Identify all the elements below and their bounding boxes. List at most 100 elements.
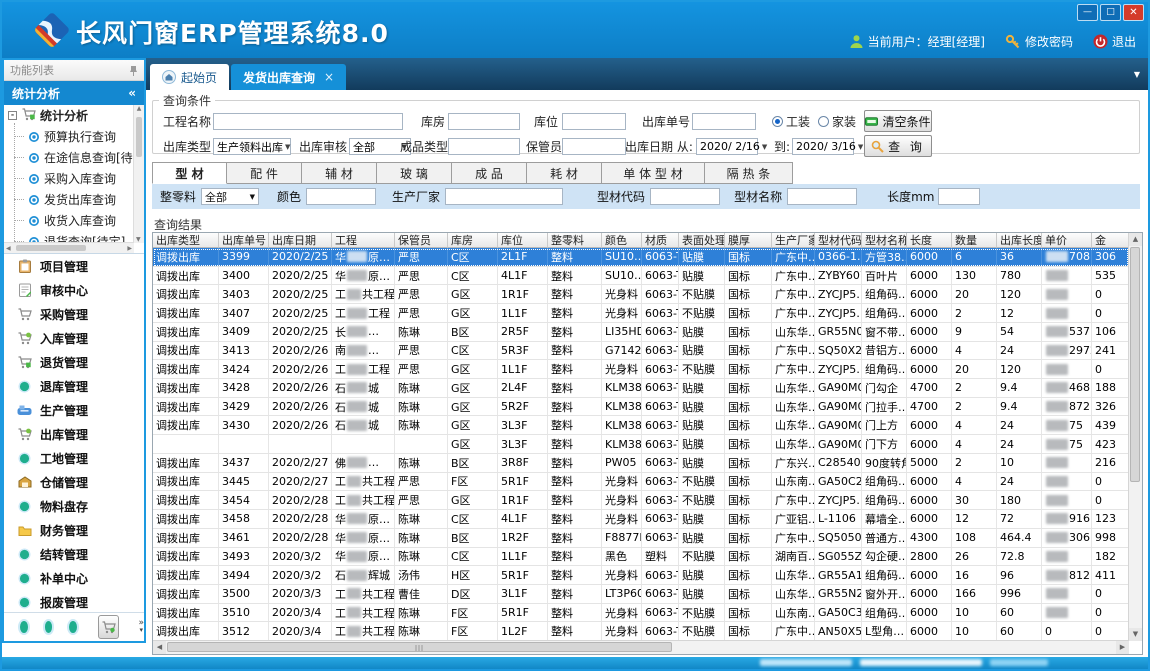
column-header-整零料[interactable]: 整零料 [548, 233, 602, 248]
table-row[interactable]: 调拨出库34942020/3/2石辉城汤伟H区5R1F整料光身料6063-T5贴… [153, 566, 1129, 585]
sidebar-module-报废管理[interactable]: 报废管理 [4, 590, 144, 612]
table-row[interactable]: 调拨出库34072020/2/25工工程严思G区1L1F整料光身料6063-T5… [153, 304, 1129, 323]
sidebar-module-审核中心[interactable]: 审核中心 [4, 278, 144, 302]
sidebar-module-物料盘存[interactable]: 物料盘存 [4, 494, 144, 518]
column-header-出库日期[interactable]: 出库日期 [269, 233, 332, 248]
tree-expander-icon[interactable]: - [8, 111, 17, 120]
material-tab-成品[interactable]: 成 品 [452, 162, 527, 184]
color-input[interactable] [306, 188, 376, 205]
dot-icon[interactable] [20, 621, 28, 633]
section-header-stats[interactable]: 统计分析 « [4, 81, 144, 105]
material-tab-耗材[interactable]: 耗 材 [527, 162, 602, 184]
dot-icon[interactable] [69, 621, 77, 633]
cart-quick-button[interactable] [98, 615, 119, 639]
tree-vertical-scrollbar[interactable]: ▲▼ [133, 105, 144, 243]
column-header-表面处理[interactable]: 表面处理 [679, 233, 725, 248]
date-from-select[interactable]: 2020/ 2/16▼ [696, 138, 758, 155]
table-row[interactable]: 调拨出库35102020/3/4工共工程陈琳F区5R1F整料光身料6063-T5… [153, 604, 1129, 623]
warehouse-input[interactable] [448, 113, 520, 130]
column-header-出库单号[interactable]: 出库单号 [219, 233, 269, 248]
table-row[interactable]: 调拨出库34242020/2/26工工程严思G区1L1F整料光身料6063-T5… [153, 360, 1129, 379]
sidebar-module-退库管理[interactable]: 退库管理 [4, 374, 144, 398]
table-row[interactable]: 调拨出库34932020/3/2华原…陈琳C区1L1F整料黑色塑料不贴膜国标湖南… [153, 548, 1129, 567]
sidebar-module-退货管理[interactable]: 退货管理 [4, 350, 144, 374]
material-tab-型材[interactable]: 型 材 [152, 162, 227, 184]
tree-item-预算执行查询[interactable]: 预算执行查询 [4, 126, 134, 147]
material-tab-隔热条[interactable]: 隔 热 条 [705, 162, 793, 184]
tree-item-采购入库查询[interactable]: 采购入库查询 [4, 168, 134, 189]
tab-shipment-query[interactable]: 发货出库查询 × [231, 64, 346, 90]
tab-close-icon[interactable]: × [324, 70, 334, 84]
column-header-型材代码[interactable]: 型材代码 [815, 233, 862, 248]
sidebar-module-补单中心[interactable]: 补单中心 [4, 566, 144, 590]
column-header-出库长度[interactable]: 出库长度 [997, 233, 1042, 248]
project-name-input[interactable] [213, 113, 403, 130]
radio-gongzhuang[interactable] [772, 116, 783, 127]
tree-horizontal-scrollbar[interactable]: ◀▶ [4, 242, 134, 253]
sidebar-module-采购管理[interactable]: 采购管理 [4, 302, 144, 326]
table-row[interactable]: G区3L3F整料KLM38176063-T5贴膜国标山东华…GA90M09.门下… [153, 435, 1129, 454]
out-type-select[interactable]: 生产领料出库▼ [213, 138, 291, 155]
date-to-select[interactable]: 2020/ 3/16▼ [792, 138, 854, 155]
tab-home[interactable]: 起始页 [150, 64, 229, 90]
grid-vertical-scrollbar[interactable]: ▲ ▼ [1128, 233, 1142, 641]
table-row[interactable]: 调拨出库34282020/2/26石城陈琳G区2L4F整料KLM38176063… [153, 379, 1129, 398]
material-tab-辅材[interactable]: 辅 材 [302, 162, 377, 184]
table-row[interactable]: 调拨出库34612020/2/28华原…陈琳B区1R2F整料F8877FT606… [153, 529, 1129, 548]
close-button[interactable]: ✕ [1123, 4, 1144, 21]
manufacturer-input[interactable] [445, 188, 563, 205]
table-row[interactable]: 调拨出库34032020/2/25工共工程严思G区1R1F整料光身料6063-T… [153, 285, 1129, 304]
table-row[interactable]: 调拨出库34372020/2/27佛…陈琳B区3R8F整料PW056063-T5… [153, 454, 1129, 473]
whole-part-select[interactable]: 全部▼ [201, 188, 259, 205]
table-row[interactable]: 调拨出库34092020/2/25长…陈琳B区2R5F整料LI35HD6063-… [153, 323, 1129, 342]
material-tab-配件[interactable]: 配 件 [227, 162, 302, 184]
column-header-工程[interactable]: 工程 [332, 233, 395, 248]
tree-root-stats[interactable]: -统计分析 [4, 105, 134, 126]
scroll-thumb[interactable] [167, 642, 672, 652]
sidebar-module-出库管理[interactable]: 出库管理 [4, 422, 144, 446]
table-row[interactable]: 调拨出库33992020/2/25华原…严思C区2L1F整料SU10…6063-… [153, 248, 1129, 267]
material-tab-玻璃[interactable]: 玻 璃 [377, 162, 452, 184]
column-header-保管员[interactable]: 保管员 [395, 233, 448, 248]
sidebar-module-财务管理[interactable]: 财务管理 [4, 518, 144, 542]
sidebar-module-仓储管理[interactable]: 仓储管理 [4, 470, 144, 494]
sidebar-module-结转管理[interactable]: 结转管理 [4, 542, 144, 566]
table-row[interactable]: 调拨出库35002020/3/3工共工程曹佳D区3L1F整料LT3P606063… [153, 585, 1129, 604]
column-header-材质[interactable]: 材质 [642, 233, 679, 248]
maximize-button[interactable]: □ [1100, 4, 1121, 21]
sidebar-module-项目管理[interactable]: 项目管理 [4, 254, 144, 278]
sidebar-module-生产管理[interactable]: 生产管理 [4, 398, 144, 422]
profile-name-input[interactable] [787, 188, 857, 205]
column-header-数量[interactable]: 数量 [952, 233, 997, 248]
tree-item-在途信息查询[待[interactable]: 在途信息查询[待 [4, 147, 134, 168]
table-row[interactable]: 调拨出库34132020/2/26南…严思C区5R3F整料G714226063-… [153, 342, 1129, 361]
length-input[interactable] [938, 188, 980, 205]
radio-jiazhuang[interactable] [818, 116, 829, 127]
minimize-button[interactable]: — [1077, 4, 1098, 21]
column-header-型材名称[interactable]: 型材名称 [862, 233, 907, 248]
sidebar-module-入库管理[interactable]: 入库管理 [4, 326, 144, 350]
table-row[interactable]: 调拨出库34452020/2/27工共工程严思F区5R1F整料光身料6063-T… [153, 473, 1129, 492]
column-header-生产厂家[interactable]: 生产厂家 [772, 233, 815, 248]
column-header-单价[interactable]: 单价 [1042, 233, 1092, 248]
sidebar-overflow-button[interactable]: »▾ [138, 620, 144, 634]
table-row[interactable]: 调拨出库34302020/2/26石城陈琳G区3L3F整料KLM38176063… [153, 416, 1129, 435]
table-row[interactable]: 调拨出库34292020/2/26石城陈琳G区5R2F整料KLM38176063… [153, 398, 1129, 417]
column-header-出库类型[interactable]: 出库类型 [153, 233, 219, 248]
column-header-颜色[interactable]: 颜色 [602, 233, 642, 248]
column-header-金[interactable]: 金 [1092, 233, 1129, 248]
grid-horizontal-scrollbar[interactable]: ◀ ▶ [153, 640, 1129, 654]
column-header-库房[interactable]: 库房 [448, 233, 498, 248]
profile-code-input[interactable] [650, 188, 720, 205]
tree-item-发货出库查询[interactable]: 发货出库查询 [4, 189, 134, 210]
table-row[interactable]: 调拨出库35122020/3/4工共工程陈琳F区1L2F整料光身料6063-T5… [153, 622, 1129, 641]
collapse-icon[interactable]: « [128, 86, 136, 100]
tree-item-收货入库查询[interactable]: 收货入库查询 [4, 210, 134, 231]
dot-icon[interactable] [45, 621, 53, 633]
product-type-input[interactable] [448, 138, 520, 155]
change-password-button[interactable]: 修改密码 [1005, 33, 1073, 50]
location-input[interactable] [562, 113, 626, 130]
search-button[interactable]: 查 询 [864, 135, 932, 157]
table-row[interactable]: 调拨出库34002020/2/25华原…严思C区4L1F整料SU10…6063-… [153, 267, 1129, 286]
keeper-input[interactable] [562, 138, 626, 155]
